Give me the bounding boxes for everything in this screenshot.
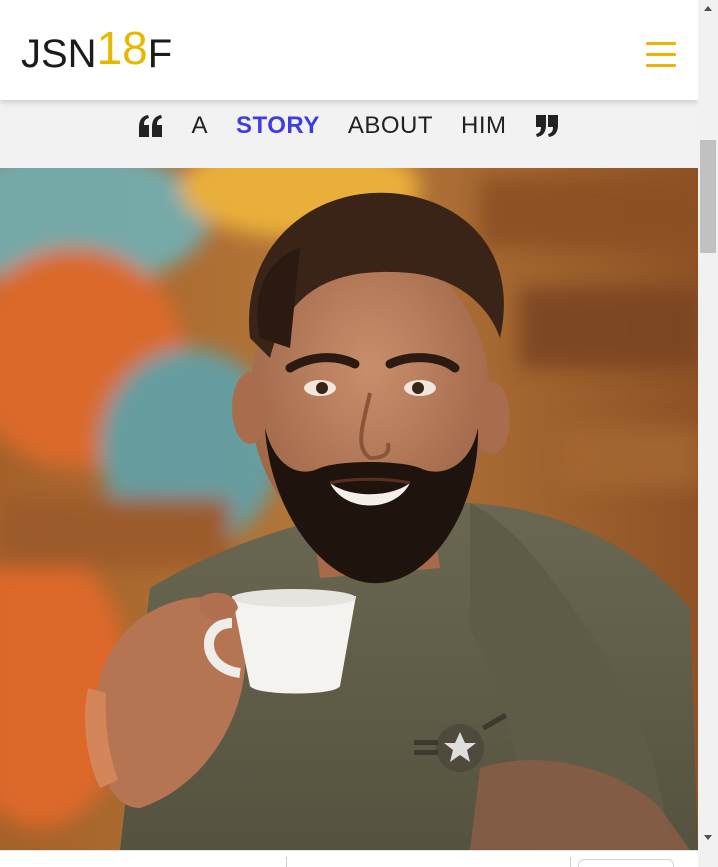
hamburger-icon-bar xyxy=(646,42,676,45)
scroll-down-arrow-icon[interactable] xyxy=(698,829,718,846)
logo-text-left: JSN xyxy=(21,32,97,76)
close-quote-icon xyxy=(535,115,558,137)
site-logo[interactable]: JSN 18 F xyxy=(21,22,173,76)
scrollbar-thumb[interactable] xyxy=(700,140,716,253)
bottom-button[interactable] xyxy=(578,859,674,867)
portrait-photo xyxy=(0,168,698,850)
vertical-scrollbar[interactable] xyxy=(698,0,718,867)
heading-word-highlight: STORY xyxy=(235,112,320,139)
hamburger-icon-bar xyxy=(646,53,676,56)
heading-word-4: HIM xyxy=(461,112,507,139)
divider xyxy=(286,857,287,867)
open-quote-icon xyxy=(139,115,163,137)
hero-photo xyxy=(0,168,698,850)
page: JSN 18 F A STORY ABOUT HIM xyxy=(0,0,698,867)
heading-word-3: ABOUT xyxy=(347,112,434,139)
scroll-up-arrow-icon[interactable] xyxy=(698,0,718,17)
story-heading-band: A STORY ABOUT HIM xyxy=(0,100,698,162)
bottom-bar xyxy=(0,850,698,867)
logo-text-right: F xyxy=(147,32,173,76)
divider xyxy=(570,857,571,867)
heading-word-1: A xyxy=(191,112,208,139)
logo-text-accent: 18 xyxy=(96,22,148,74)
story-heading: A STORY ABOUT HIM xyxy=(0,110,698,142)
hamburger-icon-bar xyxy=(646,64,676,67)
hamburger-menu-button[interactable] xyxy=(646,42,676,72)
site-header: JSN 18 F xyxy=(0,0,698,100)
